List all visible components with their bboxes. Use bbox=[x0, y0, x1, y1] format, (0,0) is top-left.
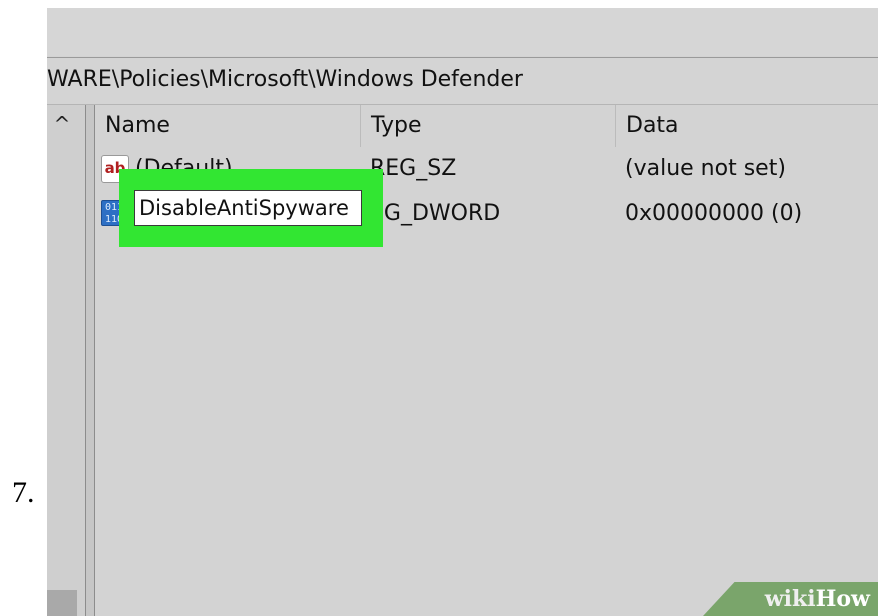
watermark-wiki: wiki bbox=[764, 586, 816, 612]
scroll-up-arrow-icon[interactable]: ^ bbox=[47, 111, 77, 137]
window-title-area bbox=[47, 8, 878, 56]
wikihow-watermark: wikiHow bbox=[703, 582, 878, 616]
pane-splitter[interactable] bbox=[85, 105, 95, 616]
list-header: Name Type Data bbox=[95, 105, 878, 147]
tree-pane: ^ bbox=[47, 105, 85, 616]
value-data: 0x00000000 (0) bbox=[625, 201, 803, 226]
registry-editor-screenshot: WARE\Policies\Microsoft\Windows Defender… bbox=[47, 8, 878, 616]
rename-input[interactable]: DisableAntiSpyware bbox=[134, 190, 362, 226]
column-header-data[interactable]: Data bbox=[615, 105, 878, 147]
column-header-type[interactable]: Type bbox=[360, 105, 615, 147]
watermark-how: How bbox=[815, 586, 870, 612]
step-number: 7. bbox=[12, 476, 35, 509]
value-type: EG_DWORD bbox=[370, 201, 501, 226]
value-data: (value not set) bbox=[625, 156, 786, 181]
scrollbar-thumb[interactable] bbox=[47, 590, 77, 616]
column-header-name[interactable]: Name bbox=[95, 105, 360, 147]
address-bar[interactable]: WARE\Policies\Microsoft\Windows Defender bbox=[47, 57, 878, 105]
